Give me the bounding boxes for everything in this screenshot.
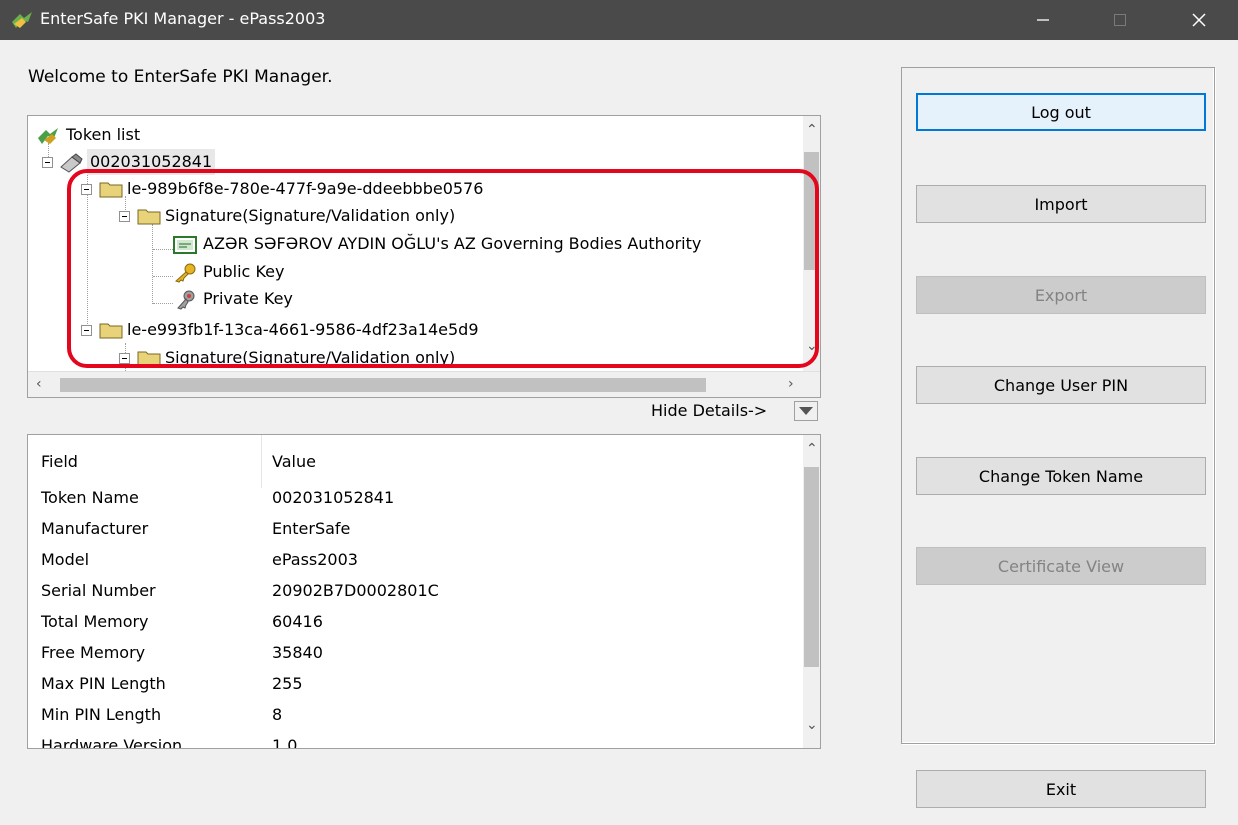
table-row[interactable]: Model ePass2003: [28, 545, 805, 576]
value-cell: 002031052841: [272, 488, 395, 507]
tree-horizontal-scrollbar[interactable]: ‹ ›: [28, 371, 820, 397]
tree-label: AZƏR SƏFƏROV AYDIN OĞLU's AZ Governing B…: [203, 234, 702, 253]
scroll-thumb[interactable]: [804, 152, 819, 270]
import-button[interactable]: Import: [916, 185, 1206, 223]
minimize-button[interactable]: [1014, 0, 1072, 40]
field-cell: Total Memory: [41, 612, 149, 631]
scroll-thumb[interactable]: [804, 467, 819, 667]
field-cell: Token Name: [41, 488, 139, 507]
tree-label: le-989b6f8e-780e-477f-9a9e-ddeebbbe0576: [127, 179, 484, 198]
value-cell: 255: [272, 674, 303, 693]
title-bar: EnterSafe PKI Manager - ePass2003: [0, 0, 1238, 40]
scroll-right-icon[interactable]: ›: [788, 376, 794, 392]
table-row[interactable]: Serial Number 20902B7D0002801C: [28, 576, 805, 607]
column-header-field[interactable]: Field: [41, 452, 78, 471]
tree-label: Token list: [66, 125, 141, 144]
scroll-down-icon[interactable]: ⌄: [806, 338, 818, 354]
welcome-text: Welcome to EnterSafe PKI Manager.: [28, 67, 333, 87]
tree-label: 002031052841: [87, 149, 216, 175]
key-icon: [175, 263, 196, 283]
certificate-icon: [173, 236, 197, 254]
value-cell: 20902B7D0002801C: [272, 581, 439, 600]
tree-label: le-e993fb1f-13ca-4661-9586-4df23a14e5d9: [127, 320, 479, 339]
details-vertical-scrollbar[interactable]: ⌃ ⌄: [803, 435, 820, 748]
collapse-icon[interactable]: [81, 184, 92, 195]
field-cell: Manufacturer: [41, 519, 149, 538]
change-token-name-button[interactable]: Change Token Name: [916, 457, 1206, 495]
collapse-icon[interactable]: [119, 353, 130, 364]
field-cell: Serial Number: [41, 581, 156, 600]
value-cell: 1.0: [272, 736, 298, 749]
column-header-value[interactable]: Value: [272, 452, 316, 471]
collapse-icon[interactable]: [81, 325, 92, 336]
details-header: Field Value: [28, 435, 805, 488]
actions-group: [901, 67, 1215, 744]
field-cell: Min PIN Length: [41, 705, 162, 724]
exit-button[interactable]: Exit: [916, 770, 1206, 808]
value-cell: 8: [272, 705, 283, 724]
folder-icon: [137, 209, 161, 225]
usb-token-icon: [60, 153, 83, 173]
token-list-icon: [38, 128, 58, 144]
table-row[interactable]: Token Name 002031052841: [28, 483, 805, 514]
tree-label: Public Key: [203, 262, 285, 281]
scroll-left-icon[interactable]: ‹: [36, 376, 42, 392]
change-user-pin-button[interactable]: Change User PIN: [916, 366, 1206, 404]
hide-details-button[interactable]: [794, 401, 818, 421]
folder-icon: [99, 182, 123, 198]
value-cell: 35840: [272, 643, 323, 662]
field-cell: Hardware Version: [41, 736, 183, 749]
value-cell: 60416: [272, 612, 323, 631]
field-cell: Max PIN Length: [41, 674, 166, 693]
table-row[interactable]: Hardware Version 1.0: [28, 731, 805, 749]
table-row[interactable]: Total Memory 60416: [28, 607, 805, 638]
tree-vertical-scrollbar[interactable]: ⌃ ⌄: [803, 116, 820, 371]
collapse-icon[interactable]: [42, 157, 53, 168]
minimize-icon: [1037, 19, 1049, 21]
collapse-icon[interactable]: [119, 211, 130, 222]
certificate-view-button: Certificate View: [916, 547, 1206, 585]
value-cell: EnterSafe: [272, 519, 351, 538]
logout-button[interactable]: Log out: [916, 93, 1206, 131]
details-list[interactable]: Field Value Token Name 002031052841 Manuf…: [27, 434, 821, 749]
scroll-thumb[interactable]: [60, 378, 706, 392]
window-title: EnterSafe PKI Manager - ePass2003: [40, 9, 326, 28]
folder-icon: [99, 323, 123, 339]
folder-icon: [137, 351, 161, 367]
field-cell: Model: [41, 550, 90, 569]
maximize-icon: [1114, 14, 1126, 26]
export-button: Export: [916, 276, 1206, 314]
table-row[interactable]: Manufacturer EnterSafe: [28, 514, 805, 545]
table-row[interactable]: Max PIN Length 255: [28, 669, 805, 700]
close-icon: [1192, 13, 1206, 27]
tree-label: Private Key: [203, 289, 293, 308]
hide-details-label: Hide Details->: [651, 401, 768, 420]
maximize-button: [1091, 0, 1149, 40]
table-row[interactable]: Min PIN Length 8: [28, 700, 805, 731]
value-cell: ePass2003: [272, 550, 358, 569]
tree-label: Signature(Signature/Validation only): [165, 206, 456, 225]
private-key-icon: [177, 290, 195, 310]
app-logo-icon: [12, 12, 32, 28]
scroll-up-icon[interactable]: ⌃: [806, 441, 818, 457]
scroll-down-icon[interactable]: ⌄: [806, 717, 818, 733]
field-cell: Free Memory: [41, 643, 146, 662]
token-tree[interactable]: Token list 002031052841 le-989b6f8e-780e…: [27, 115, 821, 398]
table-row[interactable]: Free Memory 35840: [28, 638, 805, 669]
scroll-up-icon[interactable]: ⌃: [806, 122, 818, 138]
close-button[interactable]: [1170, 0, 1228, 40]
tree-label: Signature(Signature/Validation only): [165, 348, 456, 367]
